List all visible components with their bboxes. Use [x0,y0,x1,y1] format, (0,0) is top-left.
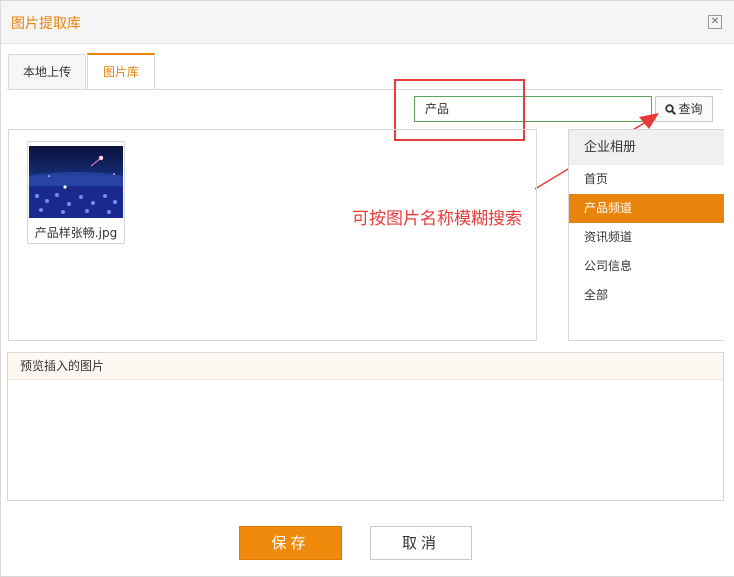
album-item-products[interactable]: 产品频道 [569,194,724,223]
preview-label: 预览插入的图片 [8,353,723,380]
save-button[interactable]: 保存 [239,526,342,560]
image-grid: 产品样张畅.jpg [8,129,537,341]
album-item-all[interactable]: 全部 [569,281,724,310]
album-list-header: 企业相册 [569,130,724,165]
album-list: 企业相册 首页 产品频道 资讯频道 公司信息 全部 [568,129,724,341]
image-thumbnail-card[interactable]: 产品样张畅.jpg [27,141,125,244]
dialog-title: 图片提取库 [11,16,81,32]
cancel-button[interactable]: 取消 [370,526,472,560]
image-thumbnail [29,146,123,218]
search-button[interactable]: 查询 [655,96,713,122]
album-item-news[interactable]: 资讯频道 [569,223,724,252]
tab-divider [7,89,723,90]
dialog-titlebar: 图片提取库 ✕ [1,1,734,44]
preview-panel: 预览插入的图片 [7,352,724,501]
search-button-label: 查询 [678,102,703,116]
search-icon [665,104,677,116]
image-library-dialog: 图片提取库 ✕ 本地上传 图片库 产品 查询 可按图片名称模糊搜索 产品样张畅.… [0,0,734,577]
close-icon[interactable]: ✕ [708,15,722,29]
tab-local-upload[interactable]: 本地上传 [8,54,86,89]
album-item-home[interactable]: 首页 [569,165,724,194]
album-item-company-info[interactable]: 公司信息 [569,252,724,281]
image-caption: 产品样张畅.jpg [34,226,118,240]
tab-image-library[interactable]: 图片库 [87,53,155,90]
